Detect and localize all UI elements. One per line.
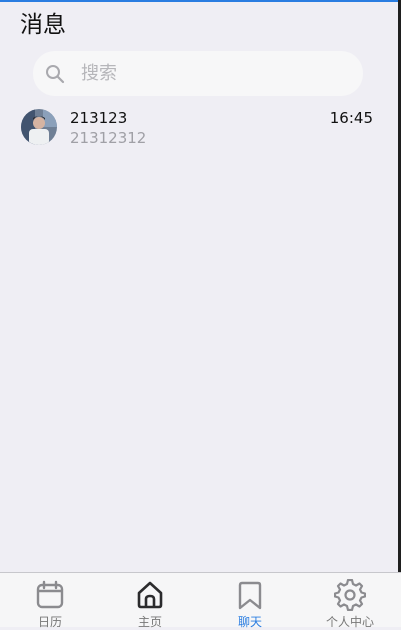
page-title: 消息 <box>20 12 66 38</box>
tab-calendar[interactable]: 日历 <box>0 573 100 629</box>
chat-time: 16:45 <box>329 109 373 127</box>
tab-profile[interactable]: 个人中心 <box>300 573 400 629</box>
chat-name: 213123 <box>70 109 128 127</box>
search-placeholder: 搜索 <box>81 63 117 84</box>
tab-home[interactable]: 主页 <box>100 573 200 629</box>
gear-icon <box>334 579 366 611</box>
search-input[interactable]: 搜索 <box>33 51 363 96</box>
top-border <box>0 0 398 2</box>
home-icon <box>137 581 163 609</box>
calendar-icon <box>36 580 64 609</box>
avatar <box>21 109 57 145</box>
tab-chat[interactable]: 聊天 <box>200 573 300 629</box>
bottom-tab-bar: 日历 主页 聊天 个人中心 <box>0 572 401 629</box>
tab-chat-label: 聊天 <box>237 615 262 629</box>
tab-profile-label: 个人中心 <box>325 615 374 629</box>
tab-home-label: 主页 <box>137 615 162 629</box>
bookmark-icon <box>238 581 262 610</box>
chat-list-item[interactable]: 213123 21312312 16:45 <box>0 104 398 150</box>
chat-preview: 21312312 <box>70 129 147 147</box>
search-icon <box>45 64 65 84</box>
tab-calendar-label: 日历 <box>37 615 62 629</box>
